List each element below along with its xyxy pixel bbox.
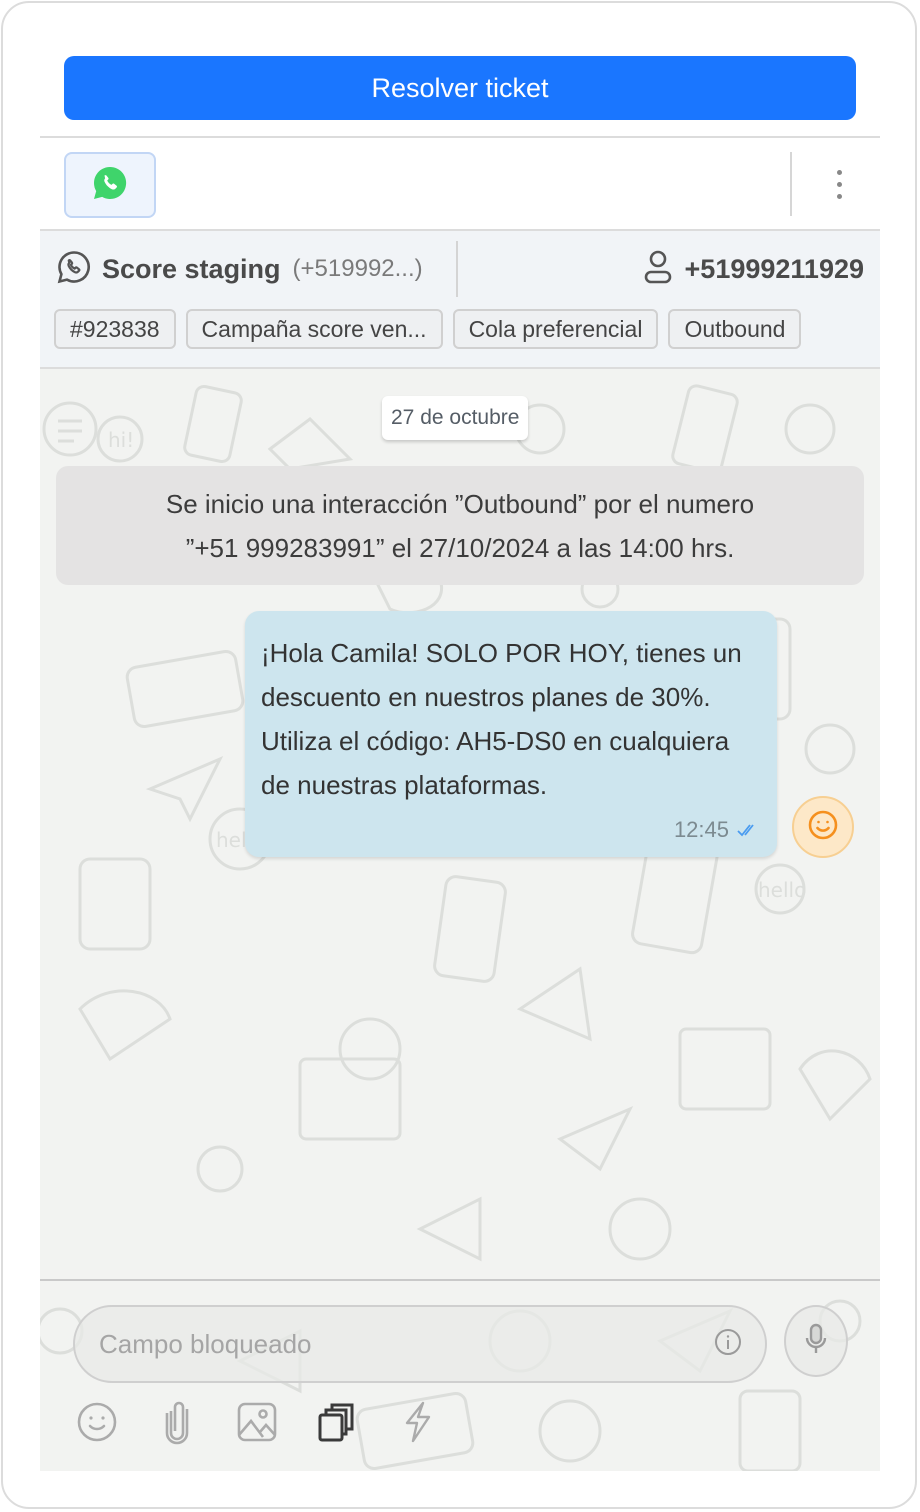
system-message-line: ”+51 999283991” el 27/10/2024 a las 14:0… — [185, 532, 735, 563]
info-icon[interactable] — [713, 1327, 743, 1362]
message-input-container — [73, 1305, 767, 1383]
more-vertical-icon-dot — [836, 181, 842, 187]
channel-number: (+519992...) — [292, 255, 423, 282]
tag-queue[interactable]: Cola preferencial — [452, 309, 659, 349]
conversation-header: Score staging (+519992...) +51999211929 … — [40, 231, 880, 369]
message-text: ¡Hola Camila! SOLO POR HOY, tienes un de… — [261, 638, 742, 800]
resolve-ticket-button[interactable]: Resolver ticket — [64, 56, 856, 120]
templates-icon — [317, 1401, 357, 1448]
system-message-line: Se inicio una interacción ”Outbound” por… — [165, 488, 755, 519]
attach-image-button[interactable] — [234, 1399, 280, 1449]
image-icon — [236, 1401, 278, 1448]
date-separator: 27 de octubre — [382, 396, 529, 440]
channel-whatsapp-button[interactable] — [64, 152, 156, 218]
tag-campaign[interactable]: Campaña score ven... — [185, 309, 443, 349]
channel-info: Score staging (+519992...) — [56, 249, 423, 290]
svg-text:hi!: hi! — [108, 428, 134, 452]
attach-file-button[interactable] — [154, 1399, 200, 1449]
message-meta: 12:45 — [674, 817, 759, 843]
quick-replies-icon — [401, 1401, 433, 1448]
voice-record-button[interactable] — [784, 1305, 848, 1377]
header-divider — [456, 241, 458, 297]
channel-name: Score staging — [102, 253, 281, 284]
message-composer — [40, 1281, 880, 1471]
tag-list: #923838 Campaña score ven... Cola prefer… — [54, 309, 802, 349]
whatsapp-icon — [92, 165, 128, 206]
tag-direction[interactable]: Outbound — [668, 309, 802, 349]
microphone-icon — [804, 1322, 828, 1361]
toolbar-divider — [790, 152, 792, 216]
emoji-icon — [76, 1401, 118, 1448]
attachment-icon — [162, 1399, 192, 1450]
more-options-button[interactable] — [824, 160, 854, 208]
double-check-icon — [737, 817, 759, 843]
add-reaction-button[interactable] — [792, 796, 854, 858]
chat-area[interactable]: hi! hello hello 27 de octubre Se inicio … — [40, 369, 880, 1279]
more-vertical-icon — [836, 169, 842, 175]
channel-toolbar — [40, 138, 880, 230]
emoji-button[interactable] — [74, 1399, 120, 1449]
composer-toolbar — [74, 1399, 440, 1449]
more-vertical-icon-dot — [836, 193, 842, 199]
message-time: 12:45 — [673, 817, 729, 842]
quick-replies-button[interactable] — [394, 1399, 440, 1449]
contact-info[interactable]: +51999211929 — [643, 249, 864, 290]
outgoing-message-bubble[interactable]: ¡Hola Camila! SOLO POR HOY, tienes un de… — [245, 611, 777, 857]
contact-phone: +51999211929 — [684, 253, 864, 284]
message-input[interactable] — [97, 1327, 713, 1361]
svg-text:hello: hello — [758, 878, 806, 902]
system-message: Se inicio una interacción ”Outbound” por… — [56, 466, 864, 585]
tag-ticket-id[interactable]: #923838 — [54, 309, 176, 349]
smiley-icon — [807, 809, 839, 846]
whatsapp-outline-icon — [56, 249, 92, 290]
user-icon — [643, 249, 673, 290]
templates-button[interactable] — [314, 1399, 360, 1449]
